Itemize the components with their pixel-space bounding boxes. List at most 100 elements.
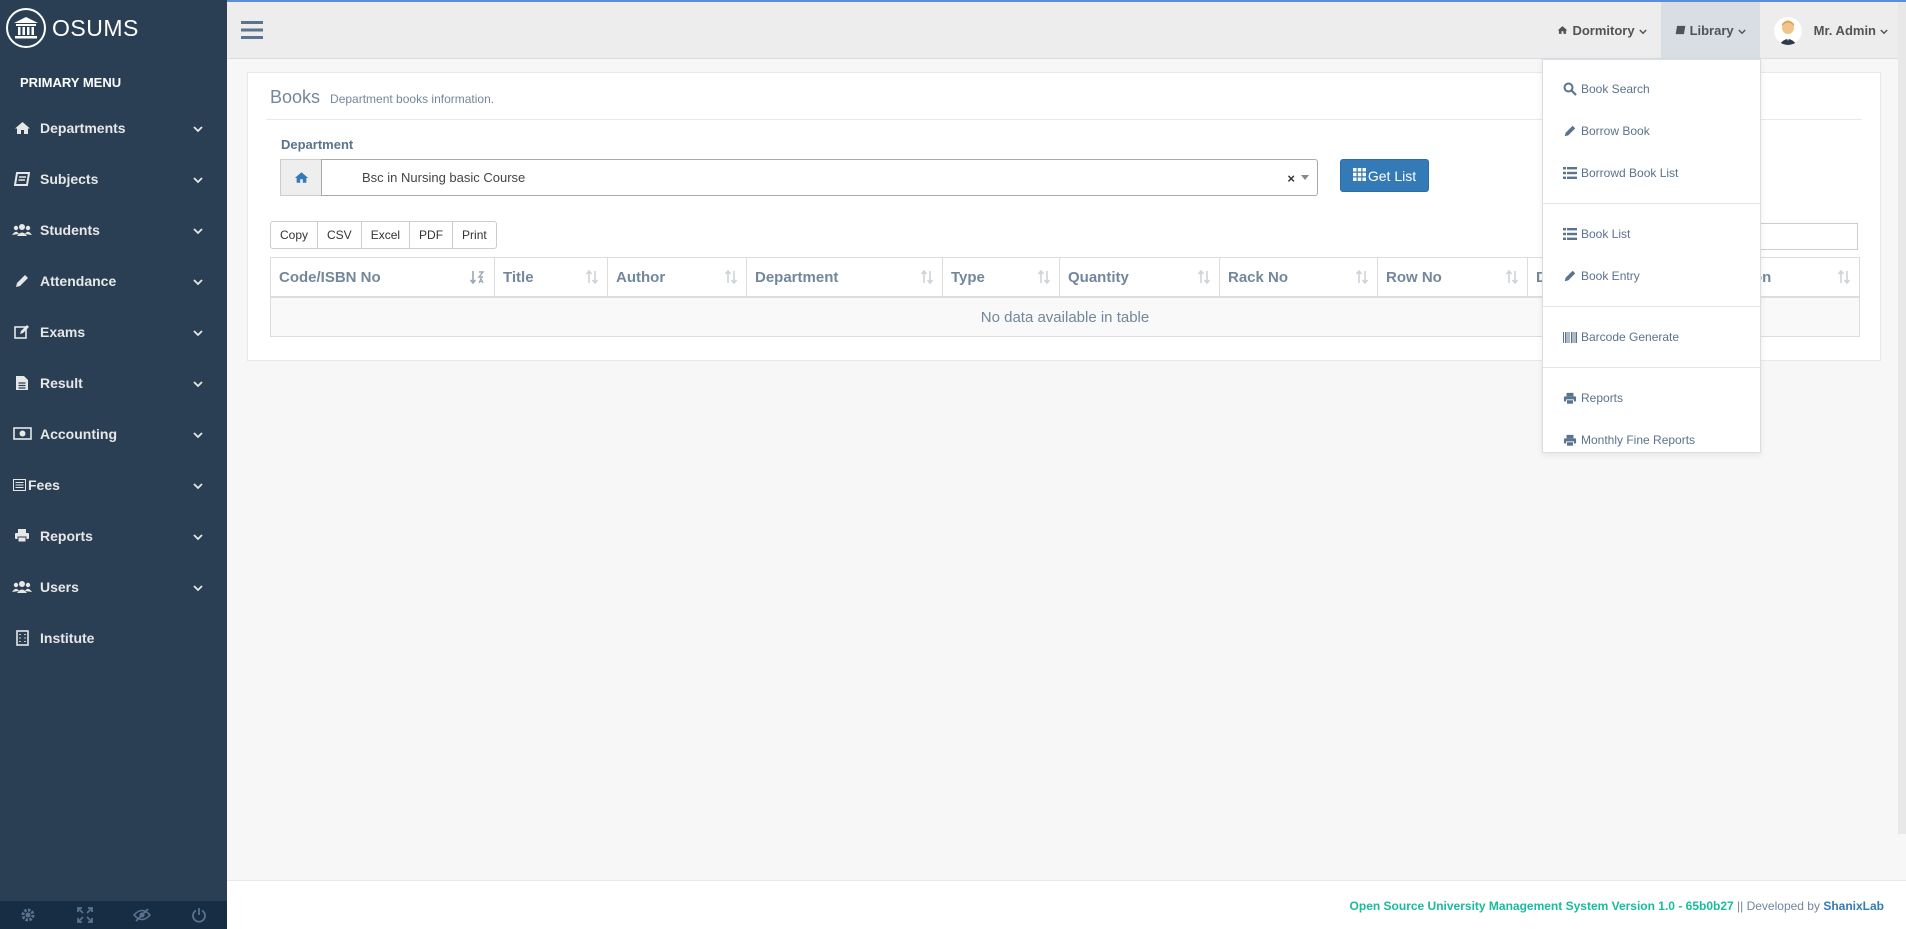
column-label: Title — [503, 268, 534, 286]
sort-icon — [585, 269, 599, 288]
chevron-down-icon — [193, 324, 203, 340]
users-icon — [12, 579, 32, 595]
menu-item-label: Monthly Fine Reports — [1581, 433, 1696, 447]
user-menu[interactable]: Mr. Admin — [1760, 2, 1906, 59]
excel-button[interactable]: Excel — [360, 221, 411, 249]
chevron-down-icon — [193, 171, 203, 187]
sort-icon — [1037, 269, 1051, 288]
sidebar-item-accounting[interactable]: Accounting — [0, 408, 227, 459]
menu-toggle-icon[interactable] — [241, 21, 263, 44]
sort-icon — [920, 269, 934, 288]
menu-item-book-entry[interactable]: Book Entry — [1543, 255, 1760, 297]
clear-selection-icon[interactable]: × — [1287, 171, 1295, 186]
dormitory-menu[interactable]: Dormitory — [1543, 2, 1660, 59]
page-subtitle: Department books information. — [330, 92, 495, 106]
menu-section-title: PRIMARY MENU — [20, 75, 122, 90]
sort-icon — [1505, 269, 1519, 288]
get-list-button[interactable]: Get List — [1340, 159, 1429, 192]
menu-item-borrow-book[interactable]: Borrow Book — [1543, 110, 1760, 152]
sidebar-item-reports[interactable]: Reports — [0, 510, 227, 561]
sidebar-item-label: Attendance — [40, 272, 117, 289]
sort-icon — [1837, 269, 1851, 288]
building-icon — [12, 629, 32, 646]
menu-item-label: Borrow Book — [1581, 124, 1650, 138]
print-icon — [12, 528, 32, 544]
developer-link[interactable]: ShanixLab — [1823, 899, 1884, 913]
page-footer: Open Source University Management System… — [227, 880, 1906, 929]
sort-asc-icon — [469, 270, 486, 288]
chevron-down-icon — [193, 477, 203, 493]
sidebar-item-label: Departments — [40, 119, 126, 136]
sidebar-item-subjects[interactable]: Subjects — [0, 153, 227, 204]
eye-slash-icon[interactable] — [114, 901, 171, 929]
menu-item-label: Book List — [1581, 227, 1631, 241]
user-name: Mr. Admin — [1813, 23, 1876, 38]
department-select[interactable]: Bsc in Nursing basic Course × — [321, 159, 1318, 196]
library-dropdown: Book Search Borrow Book Borrowd Book Lis… — [1542, 59, 1761, 453]
page-scrollbar[interactable] — [1898, 2, 1906, 834]
dropdown-arrow-icon[interactable] — [1301, 175, 1309, 180]
footer-system-text: Open Source University Management System… — [1349, 899, 1734, 913]
sidebar-item-label: Subjects — [40, 170, 99, 187]
menu-item-barcode-generate[interactable]: Barcode Generate — [1543, 316, 1760, 358]
menu-item-monthly-fine-reports[interactable]: Monthly Fine Reports — [1543, 419, 1760, 461]
department-selected-value: Bsc in Nursing basic Course — [362, 170, 526, 185]
pencil-icon — [1563, 124, 1579, 138]
sidebar-item-label: Students — [40, 221, 100, 238]
library-menu[interactable]: Library — [1660, 2, 1760, 59]
sidebar-item-students[interactable]: Students — [0, 204, 227, 255]
column-header-title[interactable]: Title — [495, 258, 608, 296]
column-header-rack-no[interactable]: Rack No — [1220, 258, 1378, 296]
sidebar-item-result[interactable]: Result — [0, 357, 227, 408]
print-icon — [1563, 391, 1579, 405]
copy-button[interactable]: Copy — [270, 221, 319, 249]
sidebar-item-label: Exams — [40, 323, 86, 340]
sidebar-item-fees[interactable]: Fees — [0, 459, 227, 510]
chevron-down-icon — [193, 120, 203, 136]
file-text-icon — [12, 375, 32, 391]
menu-item-reports[interactable]: Reports — [1543, 377, 1760, 419]
sidebar-item-label: Fees — [28, 476, 60, 493]
column-header-author[interactable]: Author — [608, 258, 747, 296]
sidebar-item-exams[interactable]: Exams — [0, 306, 227, 357]
chevron-down-icon — [193, 375, 203, 391]
sidebar-item-institute[interactable]: Institute — [0, 612, 227, 663]
chevron-down-icon — [193, 222, 203, 238]
column-header-row-no[interactable]: Row No — [1378, 258, 1528, 296]
brand[interactable]: OSUMS — [0, 0, 227, 57]
menu-item-label: Book Search — [1581, 82, 1650, 96]
column-header-code[interactable]: Code/ISBN No — [271, 258, 495, 296]
sidebar-item-attendance[interactable]: Attendance — [0, 255, 227, 306]
chevron-down-icon — [193, 426, 203, 442]
gear-icon[interactable] — [0, 901, 57, 929]
print-button[interactable]: Print — [452, 221, 497, 249]
pdf-button[interactable]: PDF — [409, 221, 454, 249]
chevron-down-icon — [193, 273, 203, 289]
users-icon — [12, 222, 32, 238]
home-icon — [12, 120, 32, 136]
menu-item-label: Barcode Generate — [1581, 330, 1680, 344]
sidebar-item-users[interactable]: Users — [0, 561, 227, 612]
top-navbar: Dormitory Library Mr. Admin — [227, 2, 1906, 59]
column-header-quantity[interactable]: Quantity — [1060, 258, 1220, 296]
menu-item-borrowd-book-list[interactable]: Borrowd Book List — [1543, 152, 1760, 194]
power-icon[interactable] — [170, 901, 227, 929]
csv-button[interactable]: CSV — [317, 221, 362, 249]
money-icon — [12, 426, 32, 442]
pencil-icon — [12, 273, 32, 289]
grid-icon — [1352, 167, 1366, 184]
get-list-label: Get List — [1367, 167, 1417, 184]
export-buttons: Copy CSV Excel PDF Print — [270, 221, 497, 249]
menu-item-book-search[interactable]: Book Search — [1543, 68, 1760, 110]
sidebar-item-departments[interactable]: Departments — [0, 102, 227, 153]
chevron-down-icon — [1880, 23, 1888, 38]
column-header-type[interactable]: Type — [943, 258, 1060, 296]
menu-item-label: Borrowd Book List — [1581, 166, 1679, 180]
column-header-department[interactable]: Department — [747, 258, 943, 296]
menu-item-book-list[interactable]: Book List — [1543, 213, 1760, 255]
avatar — [1773, 16, 1802, 45]
university-logo-icon — [6, 8, 46, 48]
sort-icon — [724, 269, 738, 288]
list-icon — [1563, 166, 1579, 180]
fullscreen-icon[interactable] — [57, 901, 114, 929]
